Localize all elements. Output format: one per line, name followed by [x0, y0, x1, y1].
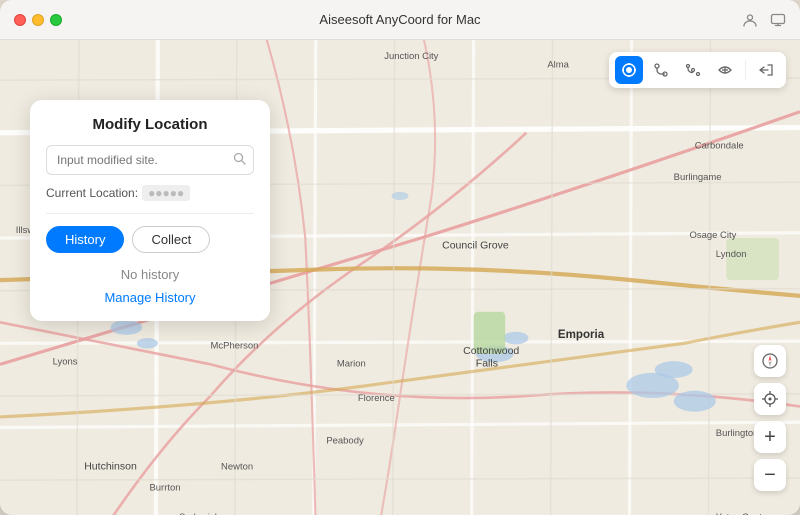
route-tool-button[interactable]	[647, 56, 675, 84]
exit-button[interactable]	[752, 56, 780, 84]
compass-button[interactable]	[754, 345, 786, 377]
modify-location-panel: Modify Location Current Location: ●●●●● …	[30, 100, 270, 321]
monitor-icon[interactable]	[770, 12, 786, 28]
titlebar: Aiseesoft AnyCoord for Mac	[0, 0, 800, 40]
svg-text:Cottonwood: Cottonwood	[463, 345, 519, 357]
svg-text:Florence: Florence	[358, 393, 395, 404]
svg-text:Falls: Falls	[476, 357, 498, 369]
minimize-button[interactable]	[32, 14, 44, 26]
svg-text:Hutchinson: Hutchinson	[84, 461, 137, 473]
svg-text:Carbondale: Carbondale	[695, 141, 744, 152]
svg-text:Emporia: Emporia	[558, 329, 605, 341]
zoom-in-button[interactable]: +	[754, 421, 786, 453]
traffic-lights	[14, 14, 62, 26]
svg-text:Burlington: Burlington	[716, 428, 759, 439]
svg-text:Council Grove: Council Grove	[442, 240, 509, 252]
manage-history-link[interactable]: Manage History	[46, 290, 254, 305]
map-toolbar	[609, 52, 786, 88]
app-title: Aiseesoft AnyCoord for Mac	[319, 12, 480, 27]
zoom-out-button[interactable]: −	[754, 459, 786, 491]
titlebar-actions	[742, 12, 786, 28]
current-location-value: ●●●●●	[142, 185, 190, 201]
jump-button[interactable]	[711, 56, 739, 84]
svg-text:Newton: Newton	[221, 462, 253, 473]
search-input[interactable]	[46, 145, 254, 175]
svg-text:Peabody: Peabody	[326, 435, 364, 446]
search-icon	[233, 152, 246, 168]
map-controls: + −	[754, 345, 786, 491]
crosshair-button[interactable]	[754, 383, 786, 415]
map-container[interactable]: Junction City Alma Abilene Carbondale Bu…	[0, 40, 800, 515]
svg-text:Lyons: Lyons	[53, 356, 78, 367]
panel-title: Modify Location	[46, 116, 254, 133]
tab-row: History Collect	[46, 226, 254, 253]
no-history-text: No history	[46, 267, 254, 282]
locate-tool-button[interactable]	[615, 56, 643, 84]
current-location-row: Current Location: ●●●●●	[46, 185, 254, 201]
svg-text:Marion: Marion	[337, 358, 366, 369]
maximize-button[interactable]	[50, 14, 62, 26]
svg-text:Lyndon: Lyndon	[716, 249, 747, 260]
svg-text:Burlingame: Burlingame	[674, 172, 722, 183]
user-icon[interactable]	[742, 12, 758, 28]
svg-text:Osage City: Osage City	[689, 230, 736, 241]
toolbar-divider	[745, 60, 746, 80]
current-location-label: Current Location:	[46, 186, 138, 200]
close-button[interactable]	[14, 14, 26, 26]
svg-text:Junction City: Junction City	[384, 51, 438, 62]
search-wrapper	[46, 145, 254, 175]
history-tab[interactable]: History	[46, 226, 124, 253]
svg-text:McPherson: McPherson	[211, 341, 259, 352]
collect-tab[interactable]: Collect	[132, 226, 210, 253]
panel-divider	[46, 213, 254, 214]
multi-stop-button[interactable]	[679, 56, 707, 84]
svg-text:Alma: Alma	[547, 60, 569, 71]
svg-text:Burrton: Burrton	[149, 483, 180, 494]
app-window: Aiseesoft AnyCoord for Mac	[0, 0, 800, 515]
